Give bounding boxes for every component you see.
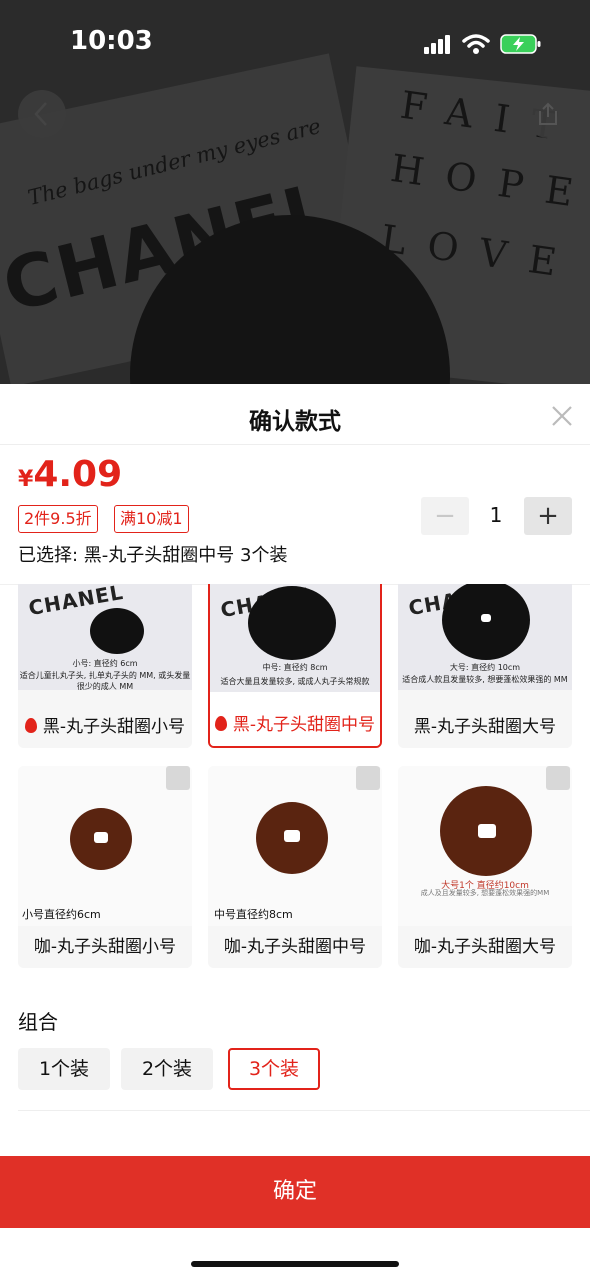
variant-grid: CHANEL 小号: 直径约 6cm 适合儿童扎丸子头, 扎单丸子头的 MM, … <box>0 584 590 974</box>
expand-icon[interactable] <box>546 766 570 790</box>
quantity-minus-button[interactable]: − <box>421 497 469 535</box>
price: ¥4.09 <box>18 454 122 495</box>
variant-caption: 中号直径约8cm <box>214 908 293 921</box>
variant-image: CHANEL 中号: 直径约 8cm 适合大量且发量较多, 或成人丸子头常规款 <box>210 584 380 692</box>
variant-card[interactable]: CHANEL 小号: 直径约 6cm 适合儿童扎丸子头, 扎单丸子头的 MM, … <box>18 584 192 748</box>
variant-caption: 适合大量且发量较多, 或成人丸子头常规款 <box>220 677 370 686</box>
share-button[interactable] <box>524 90 572 138</box>
group-title: 组合 <box>18 1010 58 1034</box>
option-2-pack[interactable]: 2个装 <box>121 1048 213 1090</box>
flame-icon <box>214 716 227 731</box>
promo-tag: 2件9.5折 <box>18 505 98 533</box>
variant-image: CHANEL 大号: 直径约 10cm 适合成人款且发量较多, 想要蓬松效果强的… <box>398 584 572 690</box>
wifi-icon <box>462 34 490 54</box>
promo-tag: 满10减1 <box>114 505 189 533</box>
price-symbol: ¥ <box>18 467 34 492</box>
variant-card-selected[interactable]: CHANEL 中号: 直径约 8cm 适合大量且发量较多, 或成人丸子头常规款 … <box>208 584 382 748</box>
option-3-pack-selected[interactable]: 3个装 <box>228 1048 320 1090</box>
flame-icon <box>24 718 37 733</box>
divider <box>18 1110 590 1111</box>
variant-caption: 成人及且发量较多, 想要蓬松效果强的MM <box>420 889 550 897</box>
variant-sheet: 确认款式 ¥4.09 2件9.5折 满10减1 − 1 + 已选择: 黑-丸子头… <box>0 384 590 1280</box>
bun-hole <box>284 830 300 842</box>
signal-icon <box>424 35 450 54</box>
variant-label: 咖-丸子头甜圈大号 <box>398 926 572 968</box>
share-icon <box>539 102 557 125</box>
variant-card[interactable]: CHANEL 大号: 直径约 10cm 适合成人款且发量较多, 想要蓬松效果强的… <box>398 584 572 748</box>
variant-caption: 大号: 直径约 10cm <box>449 663 521 672</box>
variant-label: 咖-丸子头甜圈中号 <box>208 926 382 968</box>
variant-image: 大号1个 直径约10cm 成人及且发量较多, 想要蓬松效果强的MM <box>398 766 572 926</box>
back-button[interactable] <box>18 90 66 138</box>
quantity-value[interactable]: 1 <box>478 503 514 527</box>
close-icon[interactable] <box>548 402 576 430</box>
quantity-plus-button[interactable]: + <box>524 497 572 535</box>
chevron-left-icon <box>34 102 47 126</box>
bun-image <box>90 608 144 654</box>
status-bar: 10:03 <box>0 0 590 88</box>
variant-label: 黑-丸子头甜圈中号 <box>210 704 380 746</box>
home-indicator[interactable] <box>191 1261 399 1267</box>
expand-icon[interactable] <box>166 766 190 790</box>
status-time: 10:03 <box>70 26 153 56</box>
selected-variant-text: 已选择: 黑-丸子头甜圈中号 3个装 <box>18 545 288 566</box>
bun-hole <box>94 832 108 843</box>
variant-card[interactable]: 中号直径约8cm 咖-丸子头甜圈中号 <box>208 766 382 968</box>
confirm-button[interactable]: 确定 <box>0 1156 590 1228</box>
bun-image <box>248 586 336 660</box>
option-1-pack[interactable]: 1个装 <box>18 1048 110 1090</box>
variant-caption: 中号: 直径约 8cm <box>262 663 328 672</box>
variant-image: 小号直径约6cm <box>18 766 192 926</box>
battery-charging-icon <box>500 34 541 54</box>
variant-card[interactable]: 大号1个 直径约10cm 成人及且发量较多, 想要蓬松效果强的MM 咖-丸子头甜… <box>398 766 572 968</box>
bun-hole <box>481 614 491 622</box>
variant-caption: 小号直径约6cm <box>22 908 101 921</box>
variant-caption: 小号: 直径约 6cm <box>72 659 138 668</box>
variant-image: CHANEL 小号: 直径约 6cm 适合儿童扎丸子头, 扎单丸子头的 MM, … <box>18 584 192 691</box>
expand-icon[interactable] <box>356 766 380 790</box>
variant-card[interactable]: 小号直径约6cm 咖-丸子头甜圈小号 <box>18 766 192 968</box>
bun-hole <box>478 824 496 838</box>
bun-image <box>442 584 530 660</box>
divider <box>0 444 590 445</box>
variant-label: 黑-丸子头甜圈小号 <box>18 706 192 748</box>
price-value: 4.09 <box>33 454 123 495</box>
variant-label: 咖-丸子头甜圈小号 <box>18 926 192 968</box>
variant-label: 黑-丸子头甜圈大号 <box>398 706 572 748</box>
sheet-title: 确认款式 <box>249 409 341 435</box>
variant-caption: 适合成人款且发量较多, 想要蓬松效果强的 MM <box>402 675 568 684</box>
variant-image: 中号直径约8cm <box>208 766 382 926</box>
variant-caption: 适合儿童扎丸子头, 扎单丸子头的 MM, 或头发量很少的成人 MM <box>19 671 191 691</box>
